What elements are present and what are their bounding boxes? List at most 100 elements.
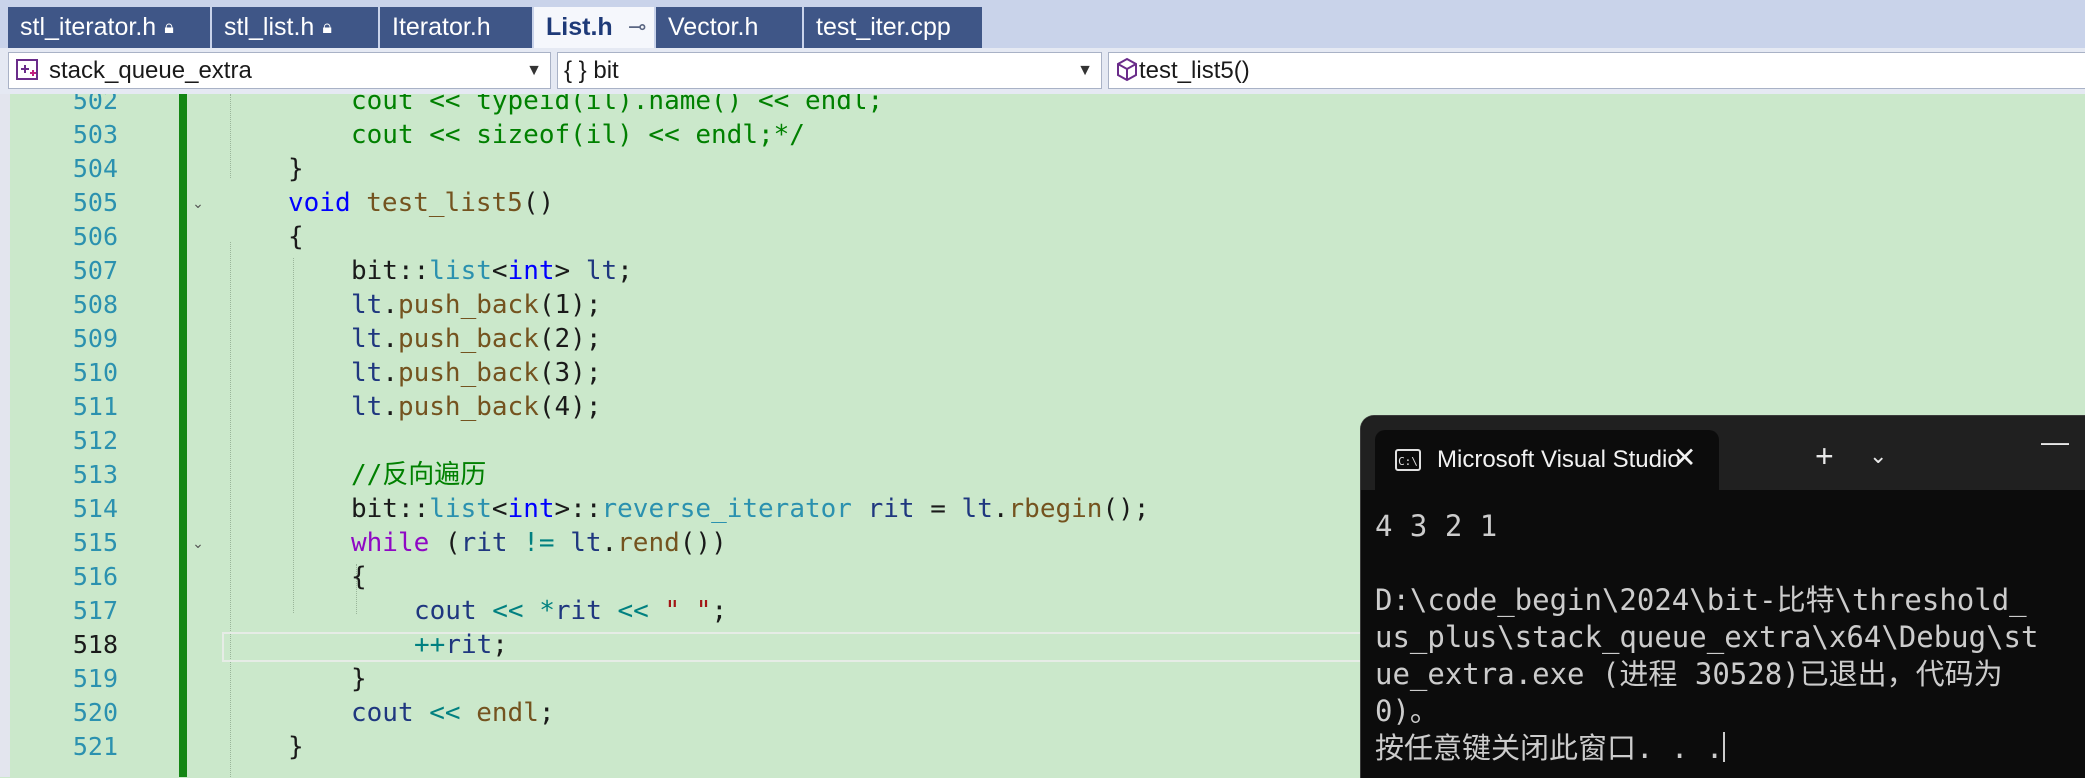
collapse-icon[interactable]: ⌄: [190, 195, 206, 211]
code-token: endl: [476, 698, 539, 728]
console-icon: C:\: [1395, 449, 1421, 471]
code-token: bit: [351, 494, 398, 524]
line-number: 517: [72, 596, 118, 625]
code-token: push_back: [397, 324, 539, 354]
line-number: 503: [72, 120, 118, 149]
console-window[interactable]: C:\ Microsoft Visual Studio ✕ + ⌄ — 4 3 …: [1360, 415, 2085, 778]
code-text: lt.push_back(3);: [351, 356, 601, 390]
new-tab-button[interactable]: +: [1815, 440, 1834, 472]
code-text: ++rit;: [414, 628, 508, 662]
code-token: " ": [664, 596, 712, 626]
code-token: cout << typeid(il).name() << endl;: [351, 94, 884, 116]
console-title: Microsoft Visual Studio: [1437, 446, 1681, 473]
code-text: }: [351, 662, 367, 696]
close-icon[interactable]: ✕: [1673, 442, 1696, 474]
code-text: {: [288, 220, 304, 254]
code-token: reverse_iterator: [601, 494, 852, 524]
code-line: 505 ⌄ void test_list5(): [0, 186, 2085, 220]
tab-list-h[interactable]: List.h⊸×: [534, 7, 654, 48]
member-dropdown[interactable]: test_list5(): [1108, 52, 2085, 89]
chevron-down-icon[interactable]: ⌄: [1869, 440, 1887, 472]
tab-vector-h[interactable]: Vector.h: [656, 7, 802, 48]
minimize-button[interactable]: —: [2041, 426, 2069, 458]
line-number: 502: [72, 94, 118, 115]
code-line: 504}: [0, 152, 2085, 186]
code-token: <: [491, 494, 508, 524]
console-line: 0)。: [1375, 694, 1439, 728]
collapse-icon[interactable]: ⌄: [190, 535, 206, 551]
chevron-down-icon: ▼: [1077, 62, 1093, 79]
code-token: .: [382, 392, 398, 422]
code-line: 509 lt.push_back(2);: [0, 322, 2085, 356]
lock-icon: 🔒︎: [322, 17, 332, 37]
code-token: while: [351, 528, 430, 558]
code-token: }: [351, 664, 367, 694]
code-token: }: [288, 732, 304, 762]
console-line: us_plus\stack_queue_extra\x64\Debug\st: [1375, 620, 2039, 654]
code-token: rend: [617, 528, 680, 558]
line-number: 506: [72, 222, 118, 251]
code-token: ++: [414, 630, 446, 660]
code-token: ::: [397, 494, 430, 524]
code-text: lt.push_back(2);: [351, 322, 601, 356]
code-token: ();: [1102, 494, 1150, 524]
code-token: lt: [351, 358, 383, 388]
code-token: lt: [351, 290, 383, 320]
console-line: 4 3 2 1: [1375, 509, 1498, 543]
code-token: ;: [617, 256, 633, 286]
tab-label: test_iter.cpp: [816, 13, 951, 41]
line-number: 515: [72, 528, 118, 557]
code-text: while (rit != lt.rend()): [351, 526, 727, 560]
code-token: cout: [351, 698, 414, 728]
tab-label: List.h: [546, 13, 613, 41]
code-token: test_list5: [366, 188, 523, 218]
code-token: void: [288, 188, 351, 218]
code-line: 506 {: [0, 220, 2085, 254]
code-text: //反向遍历: [351, 458, 486, 492]
code-token: =: [914, 494, 962, 524]
code-token: cout << sizeof(il) << endl;*/: [351, 120, 805, 150]
line-number: 514: [72, 494, 118, 523]
console-tab[interactable]: C:\ Microsoft Visual Studio ✕: [1375, 430, 1719, 490]
scope-dropdown[interactable]: { } bit ▼: [557, 52, 1102, 89]
tab-iterator-h[interactable]: Iterator.h: [380, 7, 532, 48]
code-token: list: [429, 256, 492, 286]
console-line: ue_extra.exe (进程 30528)已退出，代码为: [1375, 657, 2003, 691]
code-text: }: [288, 730, 304, 764]
code-token: ()): [679, 528, 727, 558]
code-token: <: [491, 256, 508, 286]
code-token: rit: [445, 630, 493, 660]
pin-icon[interactable]: ⊸: [628, 7, 646, 47]
code-token: (: [429, 528, 461, 558]
code-token: lt: [961, 494, 993, 524]
code-text: cout << sizeof(il) << endl;*/: [351, 118, 805, 152]
member-name: test_list5(): [1139, 57, 1250, 84]
line-number: 510: [72, 358, 118, 387]
code-text: cout << typeid(il).name() << endl;: [351, 94, 883, 118]
code-text: }: [288, 152, 304, 186]
code-token: .: [382, 324, 398, 354]
code-token: !=: [523, 528, 555, 558]
project-dropdown[interactable]: stack_queue_extra ▼: [8, 52, 551, 89]
line-number: 508: [72, 290, 118, 319]
chevron-down-icon: ▼: [526, 62, 542, 79]
tab-label: Iterator.h: [392, 13, 491, 41]
tab-stl-iterator-h[interactable]: stl_iterator.h 🔒︎: [8, 7, 210, 48]
tab-stl-list-h[interactable]: stl_list.h 🔒︎: [212, 7, 378, 48]
code-token: push_back: [397, 392, 539, 422]
line-number: 505: [72, 188, 118, 217]
code-line: 508 lt.push_back(1);: [0, 288, 2085, 322]
project-name: stack_queue_extra: [49, 57, 252, 84]
tab-test-iter-cpp[interactable]: test_iter.cpp: [804, 7, 982, 48]
code-token: *: [539, 596, 555, 626]
code-token: lt: [351, 324, 383, 354]
line-number: 509: [72, 324, 118, 353]
console-prompt: 按任意键关闭此窗口. . .: [1375, 731, 1724, 765]
code-token: cout: [414, 596, 477, 626]
